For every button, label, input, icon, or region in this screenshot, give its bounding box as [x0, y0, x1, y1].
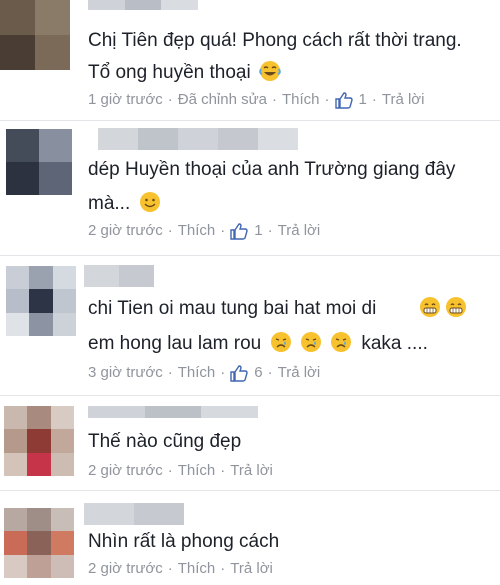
- reply-button[interactable]: Trả lời: [382, 91, 425, 109]
- like-count[interactable]: 1: [254, 222, 262, 240]
- comment-divider: [0, 395, 500, 396]
- separator: ·: [220, 222, 226, 239]
- separator: ·: [267, 364, 273, 381]
- thumbs-up-icon[interactable]: [230, 222, 248, 240]
- separator: ·: [324, 91, 330, 108]
- crying-laughing-emoji: [259, 61, 281, 81]
- comment-text: em hong lau lam rou kaka ....: [88, 332, 428, 354]
- like-button[interactable]: Thích: [282, 91, 320, 109]
- reply-button[interactable]: Trả lời: [278, 364, 321, 382]
- separator: ·: [220, 364, 226, 381]
- like-button[interactable]: Thích: [178, 364, 216, 382]
- separator: ·: [267, 222, 273, 239]
- comment-divider: [0, 120, 500, 121]
- avatar[interactable]: [6, 129, 72, 195]
- separator: ·: [371, 91, 377, 108]
- comment-meta: 3 giờ trước · Thích · 6 · Trả lời: [88, 364, 320, 382]
- sad-emoji: [270, 332, 291, 352]
- thumbs-up-icon[interactable]: [334, 91, 353, 109]
- comment-meta: 2 giờ trước · Thích · Trả lời: [88, 560, 273, 578]
- separator: ·: [220, 560, 226, 577]
- timestamp[interactable]: 3 giờ trước: [88, 364, 163, 382]
- comment-text: chi Tien oi mau tung bai hat moi di: [88, 298, 377, 319]
- commenter-name-blurred[interactable]: [88, 406, 259, 418]
- reply-button[interactable]: Trả lời: [230, 560, 273, 578]
- separator: ·: [167, 462, 173, 479]
- grinning-emoji: [420, 297, 440, 317]
- like-button[interactable]: Thích: [178, 222, 216, 240]
- avatar[interactable]: [0, 0, 70, 70]
- separator: ·: [167, 91, 173, 108]
- comment-meta: 2 giờ trước · Thích · 1 · Trả lời: [88, 222, 320, 240]
- comment-text: Tổ ong huyền thoại: [88, 60, 281, 84]
- comment-text: Chị Tiên đẹp quá! Phong cách rất thời tr…: [88, 30, 462, 51]
- avatar[interactable]: [4, 508, 74, 578]
- comment-meta: 2 giờ trước · Thích · Trả lời: [88, 462, 273, 480]
- smiling-emoji: [139, 192, 160, 212]
- reply-button[interactable]: Trả lời: [278, 222, 321, 240]
- comment-text: dép Huyền thoại của anh Trường giang đây: [88, 159, 456, 180]
- avatar[interactable]: [4, 406, 74, 476]
- thumbs-up-icon[interactable]: [230, 364, 248, 382]
- comment-1: Chị Tiên đẹp quá! Phong cách rất thời tr…: [0, 0, 500, 120]
- comment-2: dép Huyền thoại của anh Trường giang đây…: [0, 125, 500, 255]
- reply-button[interactable]: Trả lời: [230, 462, 273, 480]
- comment-divider: [0, 490, 500, 491]
- comment-meta: 1 giờ trước · Đã chỉnh sửa · Thích · 1 ·…: [88, 91, 424, 109]
- commenter-name-blurred[interactable]: [84, 265, 154, 287]
- separator: ·: [272, 91, 277, 108]
- comment-divider: [0, 255, 500, 256]
- like-button[interactable]: Thích: [178, 462, 216, 480]
- timestamp[interactable]: 1 giờ trước: [88, 91, 163, 109]
- timestamp[interactable]: 2 giờ trước: [88, 222, 163, 240]
- timestamp[interactable]: 2 giờ trước: [88, 462, 163, 480]
- edited-label[interactable]: Đã chỉnh sửa: [178, 91, 267, 109]
- comment-4: Thế nào cũng đẹp 2 giờ trước · Thích · T…: [0, 403, 500, 488]
- avatar[interactable]: [6, 266, 76, 336]
- comment-text: Nhìn rất là phong cách: [88, 531, 280, 552]
- like-count[interactable]: 1: [359, 91, 367, 109]
- comment-5: Nhìn rất là phong cách 2 giờ trước · Thí…: [0, 497, 500, 585]
- grinning-emoji: [446, 297, 466, 317]
- separator: ·: [167, 560, 173, 577]
- sad-emoji: [331, 332, 352, 352]
- sad-emoji: [300, 332, 321, 352]
- timestamp[interactable]: 2 giờ trước: [88, 560, 163, 578]
- like-button[interactable]: Thích: [178, 560, 216, 578]
- commenter-name-blurred[interactable]: [98, 128, 298, 150]
- separator: ·: [167, 222, 173, 239]
- comment-3: chi Tien oi mau tung bai hat moi di em h…: [0, 262, 500, 392]
- separator: ·: [167, 364, 173, 381]
- comment-text: Thế nào cũng đẹp: [88, 431, 242, 452]
- comment-text: mà...: [88, 191, 161, 215]
- commenter-name-blurred[interactable]: [88, 0, 199, 10]
- separator: ·: [220, 462, 226, 479]
- like-count[interactable]: 6: [254, 364, 262, 382]
- commenter-name-blurred[interactable]: [84, 503, 184, 525]
